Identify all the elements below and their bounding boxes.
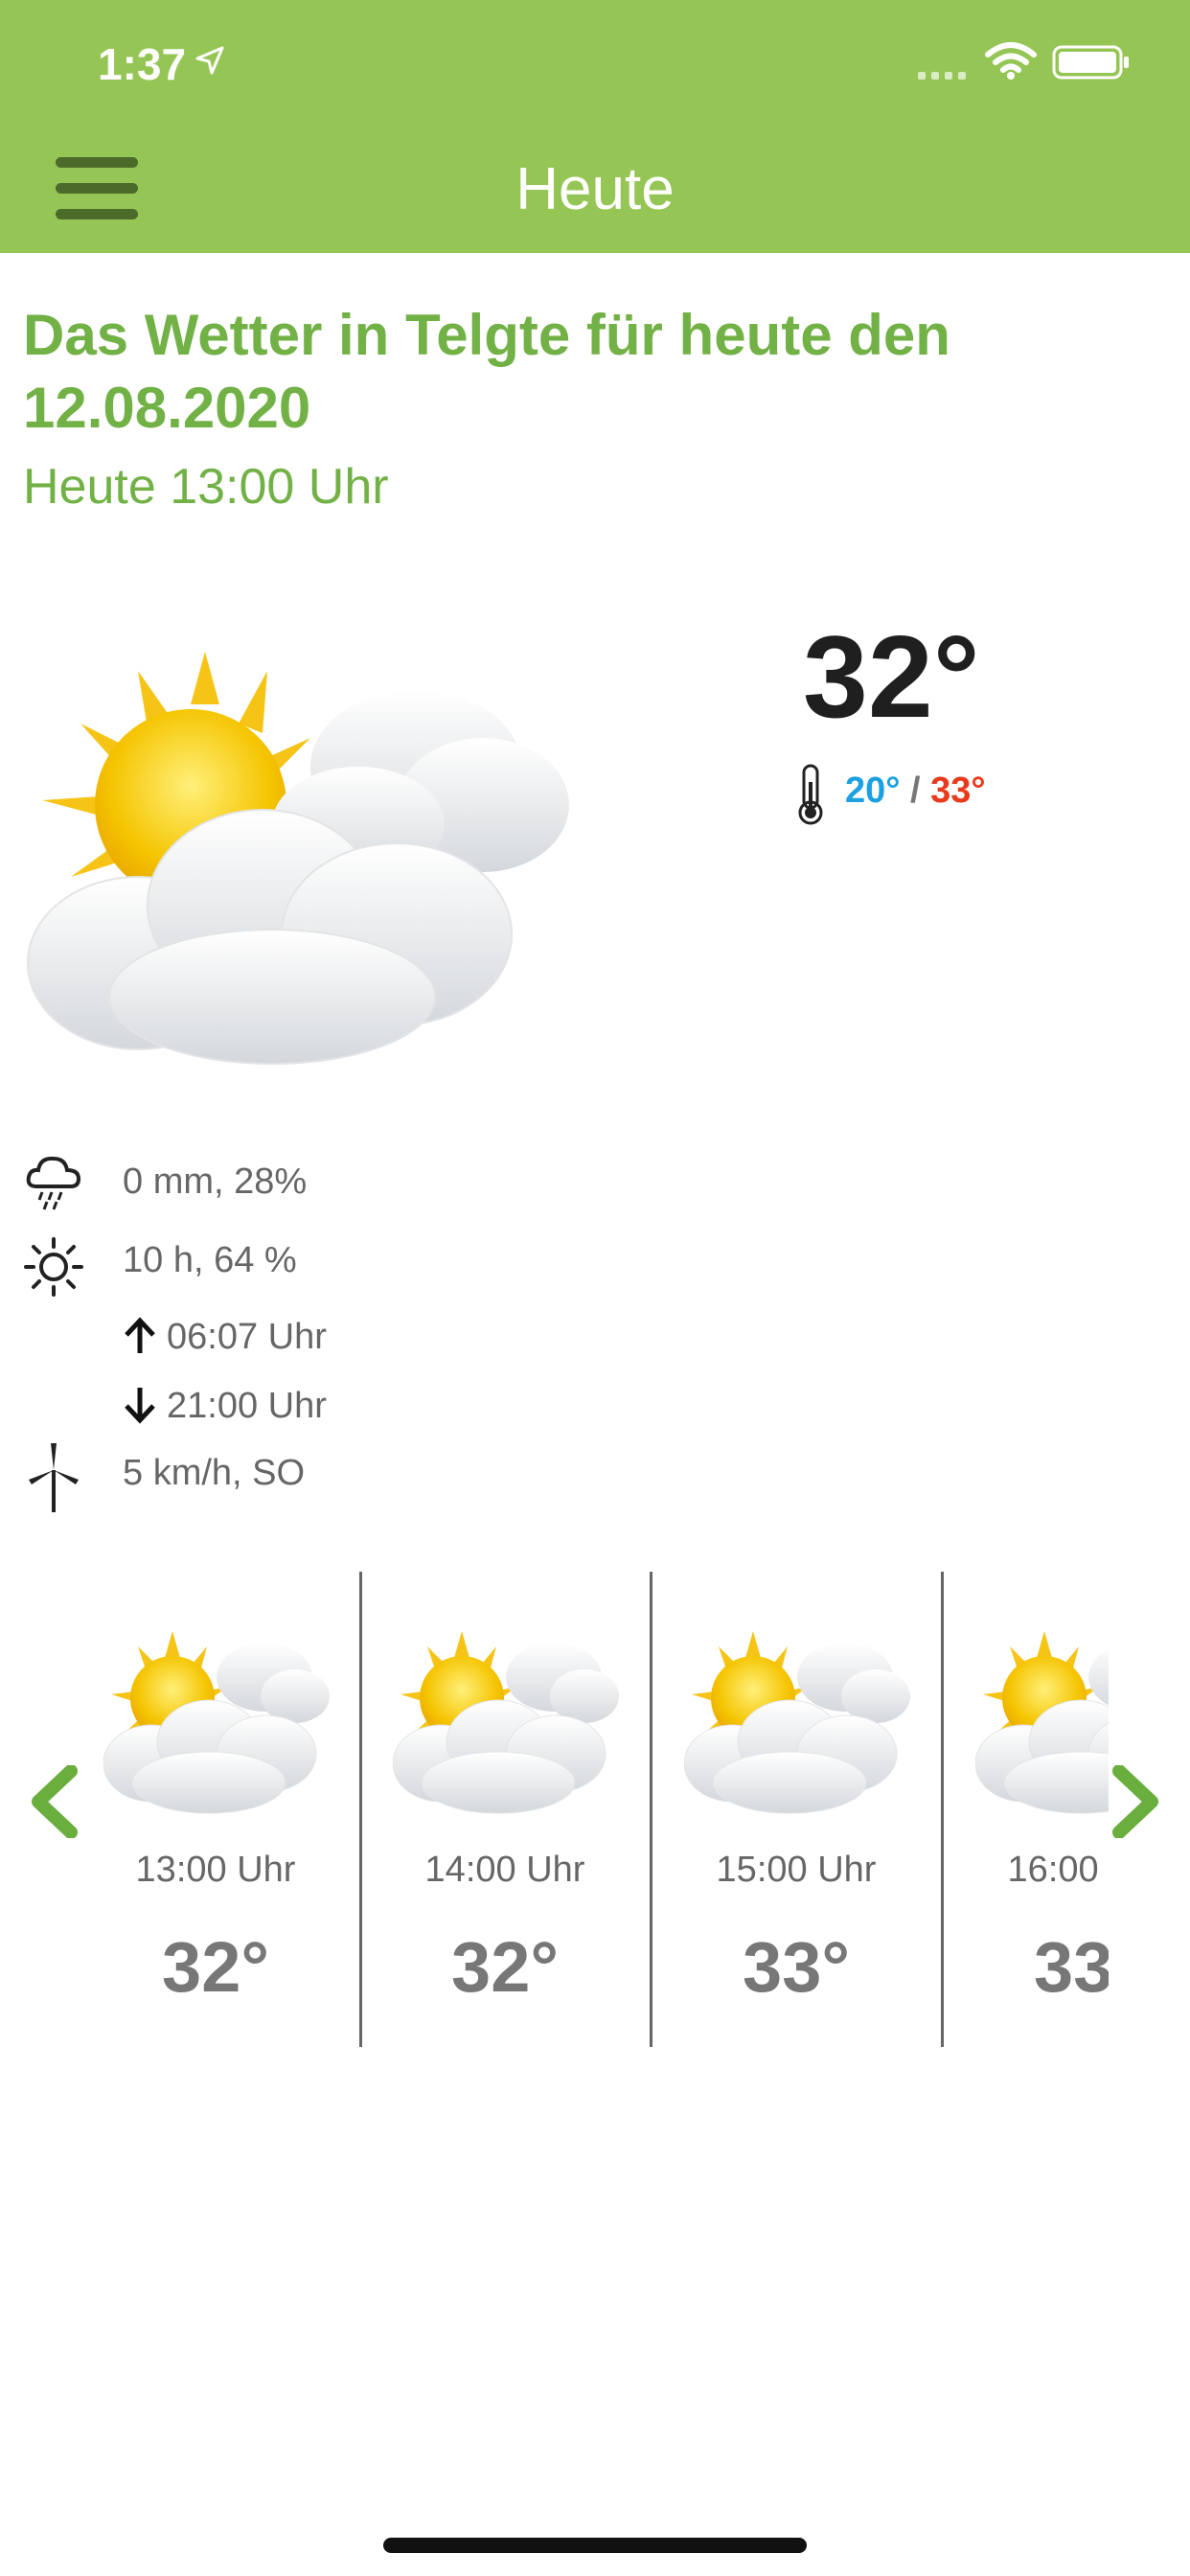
divider [650, 1572, 652, 2047]
sun-icon [24, 1237, 83, 1297]
rain-cloud-icon [26, 1156, 81, 1210]
divider [359, 1572, 362, 2047]
page-title: Das Wetter in Telgte für heute den 12.08… [23, 303, 950, 440]
hour-temperature: 32° [162, 1927, 269, 2007]
wifi-icon [985, 42, 1037, 80]
status-bar: 1:37 [0, 0, 1190, 125]
chevron-left-icon[interactable] [29, 1765, 79, 1838]
navigation-bar: Heute [0, 125, 1190, 253]
sunrise-arrow-icon [125, 1317, 155, 1353]
sunrise-time: 06:07 Uhr [167, 1317, 327, 1357]
temp-separator: / [910, 770, 921, 811]
min-max-temperature: 20° / 33° [845, 770, 986, 812]
hour-temperature: 32° [451, 1927, 559, 2007]
location-arrow-icon [195, 46, 224, 75]
sunshine-value: 10 h, 64 % [123, 1240, 297, 1280]
hour-time-label: 15:00 Uhr [716, 1850, 877, 1890]
chevron-right-icon[interactable] [1111, 1765, 1161, 1838]
hour-time-label: 14:00 Uhr [424, 1850, 585, 1890]
divider [941, 1572, 944, 2047]
nav-title: Heute [515, 156, 675, 222]
cellular-signal-icon [918, 72, 966, 80]
home-indicator[interactable] [383, 2538, 807, 2553]
current-time-label: Heute 13:00 Uhr [23, 459, 389, 515]
wind-turbine-icon [29, 1443, 79, 1512]
sun-behind-cloud-icon [27, 652, 569, 1065]
max-temperature: 33° [930, 770, 986, 811]
sun-behind-cloud-icon [103, 1631, 330, 1814]
status-time: 1:37 [98, 39, 187, 89]
wind-value: 5 km/h, SO [123, 1453, 306, 1493]
battery-icon [1052, 45, 1129, 80]
hour-temperature: 33° [743, 1927, 850, 2007]
thermometer-icon [798, 764, 823, 825]
sunset-arrow-icon [125, 1388, 155, 1424]
sunset-time: 21:00 Uhr [167, 1386, 327, 1426]
sun-behind-cloud-icon [393, 1631, 619, 1814]
sun-behind-cloud-icon [684, 1631, 910, 1814]
hour-time-label: 13:00 Uhr [135, 1850, 296, 1890]
min-temperature: 20° [845, 770, 901, 811]
current-temperature: 32° [803, 611, 980, 742]
precipitation-value: 0 mm, 28% [123, 1162, 308, 1202]
